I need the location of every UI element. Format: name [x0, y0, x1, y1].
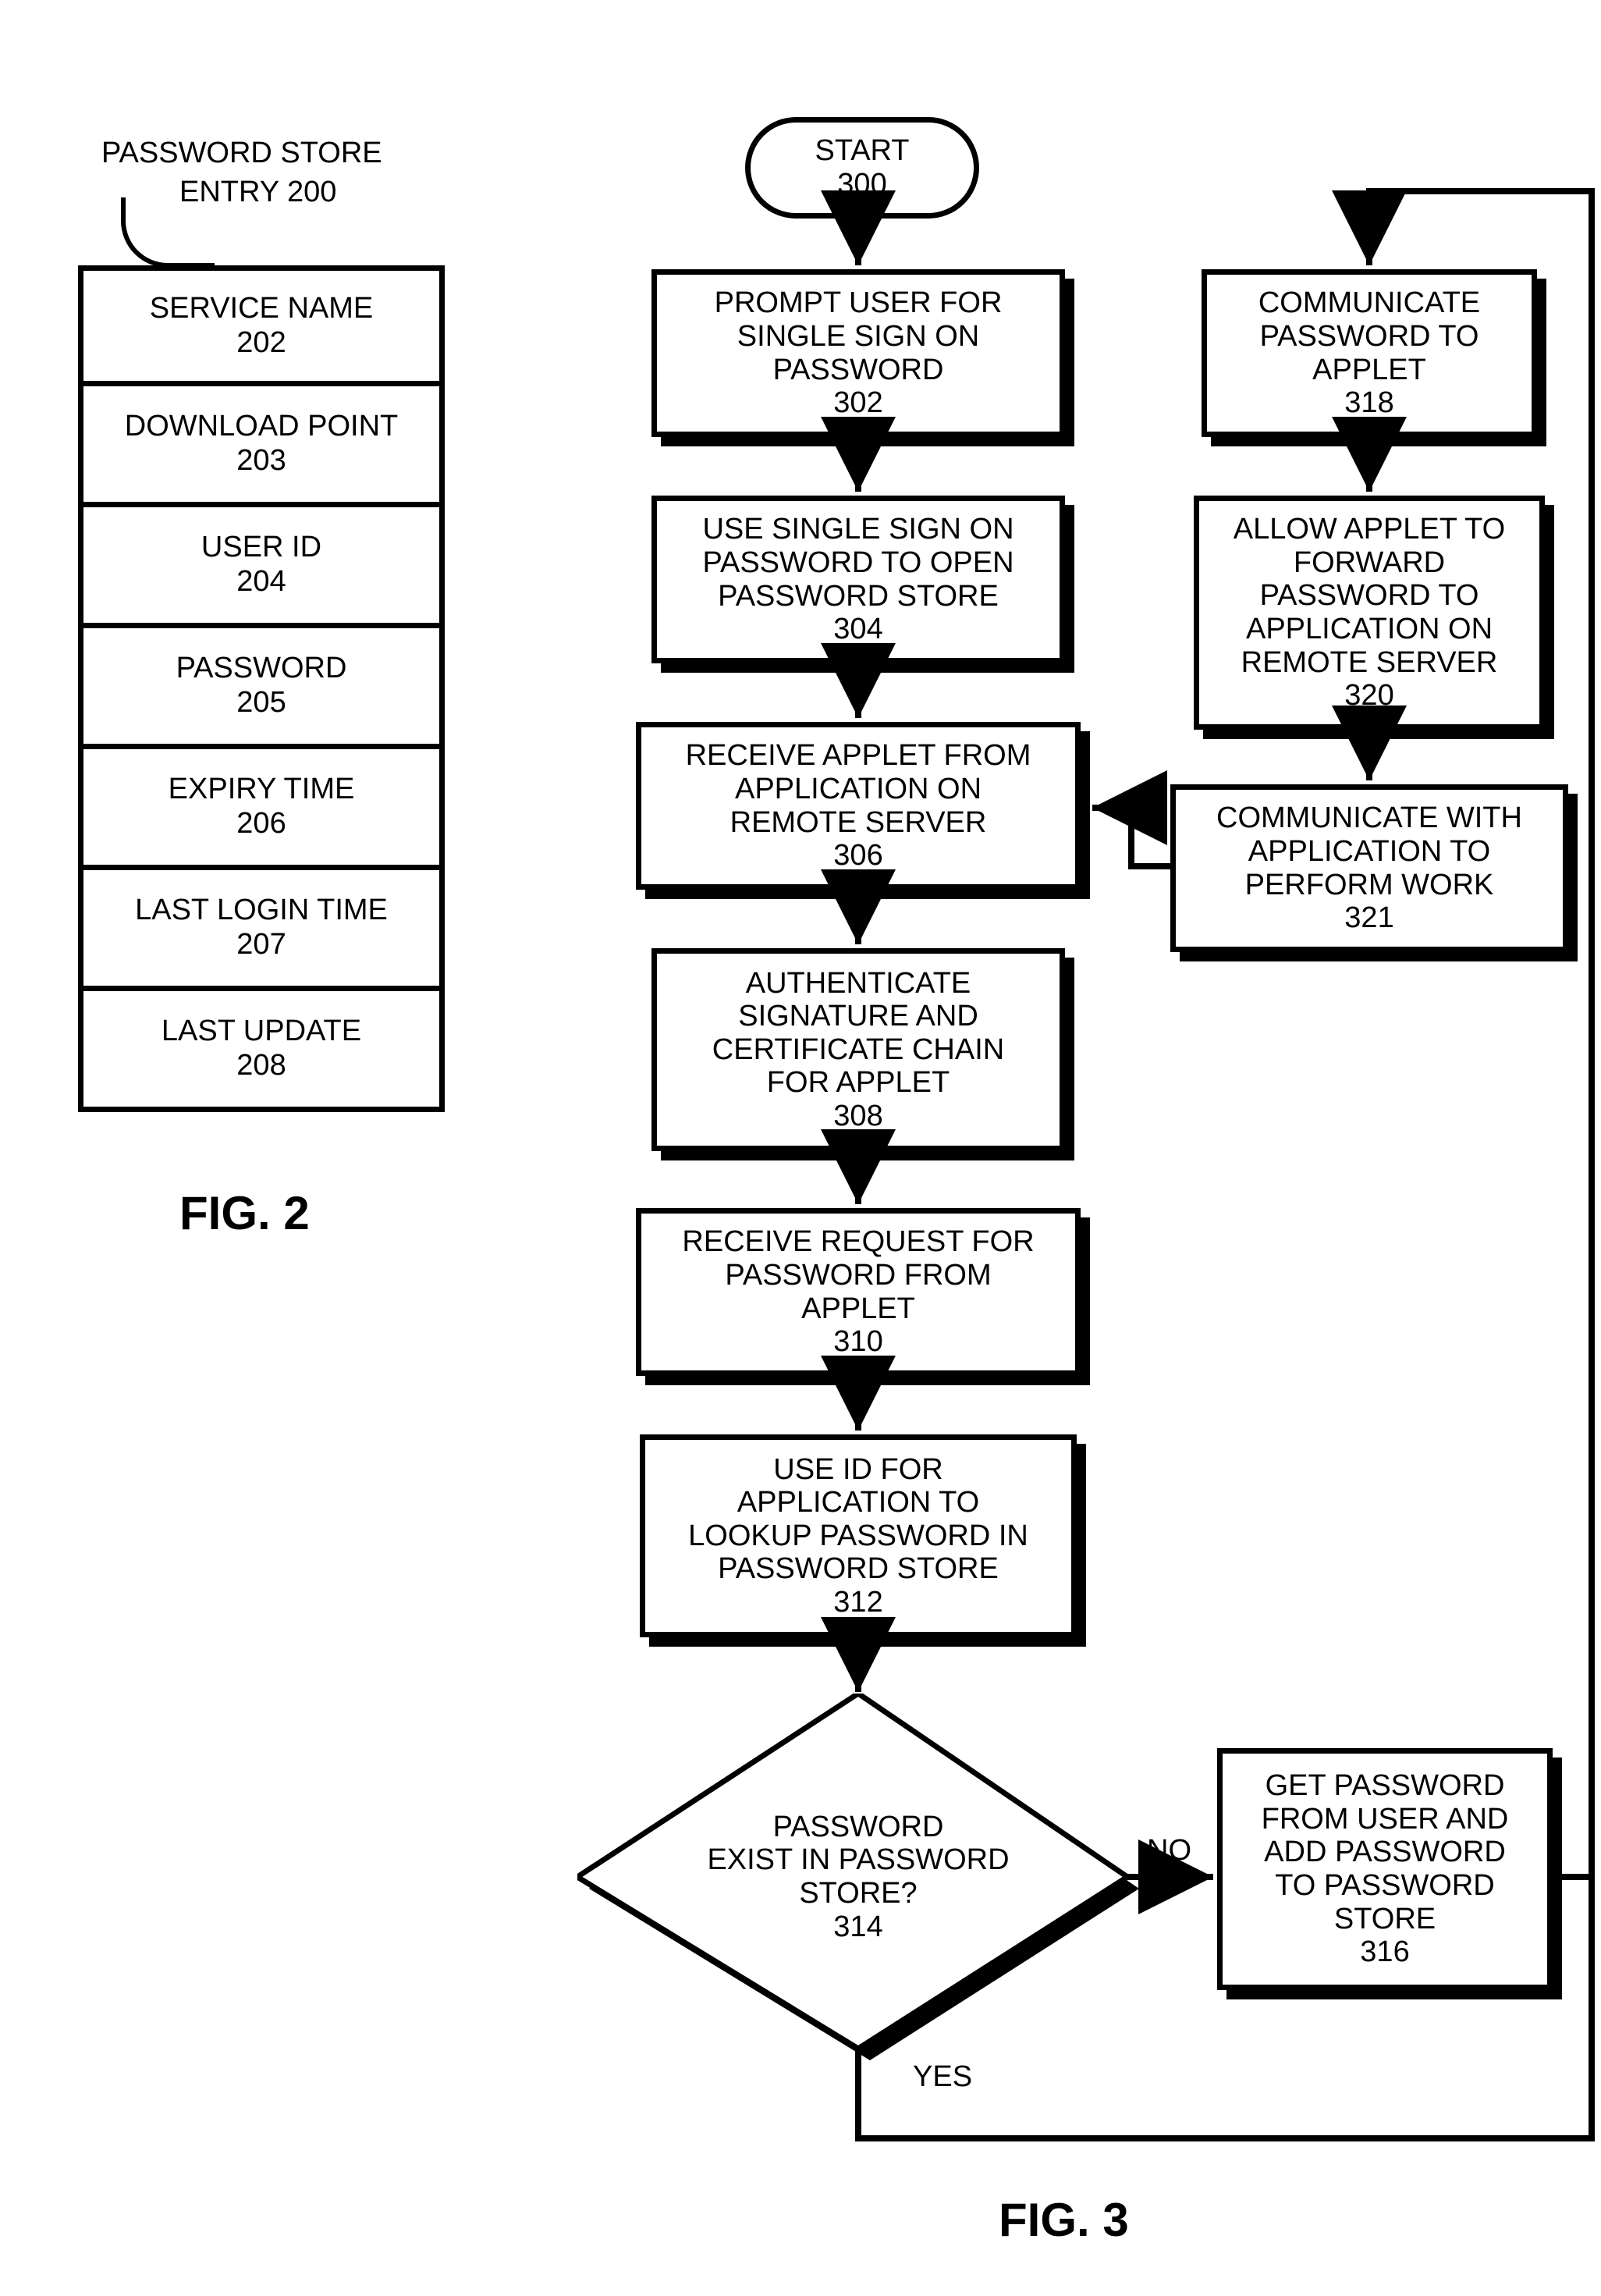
process-318: COMMUNICATE PASSWORD TO APPLET 318	[1202, 269, 1537, 437]
table-row: USER ID 204	[78, 507, 445, 628]
node-line: APPLICATION TO	[1248, 835, 1490, 869]
process-302: PROMPT USER FOR SINGLE SIGN ON PASSWORD …	[651, 269, 1065, 437]
node-ref: 300	[837, 168, 886, 201]
node-line: APPLET	[1312, 354, 1426, 387]
node-line: PASSWORD FROM	[725, 1259, 991, 1292]
node-line: GET PASSWORD	[1266, 1769, 1505, 1803]
node-line: STORE	[1334, 1903, 1436, 1936]
node-line: PASSWORD STORE	[718, 1552, 999, 1586]
node-ref: 318	[1344, 386, 1393, 420]
process-310: RECEIVE REQUEST FOR PASSWORD FROM APPLET…	[636, 1208, 1081, 1376]
table-row: PASSWORD 205	[78, 628, 445, 749]
node-line: REMOTE SERVER	[1241, 646, 1498, 680]
node-label: START	[815, 134, 909, 168]
node-line: PROMPT USER FOR	[715, 286, 1003, 320]
process-312: USE ID FOR APPLICATION TO LOOKUP PASSWOR…	[640, 1434, 1077, 1637]
node-line: APPLET	[801, 1292, 915, 1326]
node-line: PASSWORD	[773, 354, 944, 387]
node-line: RECEIVE APPLET FROM	[686, 739, 1031, 773]
row-ref: 205	[236, 686, 286, 720]
node-line: APPLICATION ON	[735, 773, 982, 806]
node-line: TO PASSWORD	[1275, 1869, 1495, 1903]
node-ref: 316	[1360, 1935, 1409, 1969]
node-line: COMMUNICATE	[1258, 286, 1480, 320]
row-ref: 206	[236, 807, 286, 841]
table-row: LAST UPDATE 208	[78, 991, 445, 1112]
decision-no-label: NO	[1147, 1834, 1191, 1868]
node-line: FOR APPLET	[767, 1066, 950, 1100]
node-ref: 306	[833, 839, 882, 873]
table-row: SERVICE NAME 202	[78, 265, 445, 386]
node-ref: 310	[833, 1325, 882, 1359]
node-line: USE SINGLE SIGN ON	[702, 513, 1013, 546]
fig2-leader-line	[121, 197, 215, 268]
node-line: COMMUNICATE WITH	[1216, 801, 1522, 835]
row-ref: 208	[236, 1049, 286, 1083]
node-line: FORWARD	[1294, 546, 1445, 580]
node-line: FROM USER AND	[1262, 1803, 1509, 1836]
node-ref: 302	[833, 386, 882, 420]
node-line: ALLOW APPLET TO	[1234, 513, 1506, 546]
process-308: AUTHENTICATE SIGNATURE AND CERTIFICATE C…	[651, 948, 1065, 1151]
process-320: ALLOW APPLET TO FORWARD PASSWORD TO APPL…	[1194, 496, 1545, 730]
row-ref: 207	[236, 928, 286, 962]
node-line: LOOKUP PASSWORD IN	[688, 1519, 1028, 1553]
row-label: SERVICE NAME	[150, 292, 373, 326]
node-ref: 321	[1344, 901, 1393, 935]
node-ref: 304	[833, 613, 882, 646]
fig2-header-l1: PASSWORD STORE	[101, 137, 382, 170]
fig2-caption: FIG. 2	[179, 1186, 310, 1240]
node-ref: 312	[833, 1586, 882, 1619]
node-line: PASSWORD TO	[1260, 579, 1479, 613]
row-label: USER ID	[201, 531, 321, 565]
process-304: USE SINGLE SIGN ON PASSWORD TO OPEN PASS…	[651, 496, 1065, 663]
node-ref: 308	[833, 1100, 882, 1133]
node-line: RECEIVE REQUEST FOR	[682, 1225, 1034, 1259]
row-ref: 204	[236, 565, 286, 599]
node-line: PERFORM WORK	[1245, 869, 1494, 902]
node-line: PASSWORD	[773, 1811, 944, 1844]
node-line: PASSWORD STORE	[718, 580, 999, 613]
row-label: PASSWORD	[176, 652, 347, 686]
process-321: COMMUNICATE WITH APPLICATION TO PERFORM …	[1170, 784, 1568, 952]
node-line: APPLICATION ON	[1246, 613, 1493, 646]
node-line: REMOTE SERVER	[730, 806, 987, 840]
table-row: LAST LOGIN TIME 207	[78, 870, 445, 991]
decision-314: PASSWORD EXIST IN PASSWORD STORE? 314	[577, 1694, 1139, 2060]
node-line: AUTHENTICATE	[746, 967, 971, 1001]
process-306: RECEIVE APPLET FROM APPLICATION ON REMOT…	[636, 722, 1081, 890]
node-line: USE ID FOR	[773, 1453, 942, 1487]
start-terminator: START 300	[745, 117, 979, 219]
row-ref: 203	[236, 444, 286, 478]
node-ref: 314	[833, 1910, 882, 1944]
table-row: DOWNLOAD POINT 203	[78, 386, 445, 507]
node-line: STORE?	[799, 1877, 917, 1910]
row-label: LAST LOGIN TIME	[135, 894, 388, 928]
table-row: EXPIRY TIME 206	[78, 749, 445, 870]
fig3-caption: FIG. 3	[999, 2193, 1129, 2247]
row-label: LAST UPDATE	[162, 1015, 361, 1049]
node-line: PASSWORD TO OPEN	[702, 546, 1013, 580]
node-line: APPLICATION TO	[737, 1486, 979, 1519]
process-316: GET PASSWORD FROM USER AND ADD PASSWORD …	[1217, 1748, 1553, 1990]
row-ref: 202	[236, 326, 286, 361]
node-line: PASSWORD TO	[1260, 320, 1479, 354]
node-ref: 320	[1344, 679, 1393, 713]
node-line: EXIST IN PASSWORD	[707, 1843, 1009, 1877]
row-label: DOWNLOAD POINT	[125, 410, 398, 444]
node-line: SINGLE SIGN ON	[737, 320, 979, 354]
node-line: ADD PASSWORD	[1264, 1836, 1506, 1869]
node-line: CERTIFICATE CHAIN	[712, 1033, 1004, 1067]
decision-yes-label: YES	[913, 2060, 972, 2094]
row-label: EXPIRY TIME	[169, 773, 355, 807]
password-store-entry-table: SERVICE NAME 202 DOWNLOAD POINT 203 USER…	[78, 265, 445, 1112]
node-line: SIGNATURE AND	[738, 1000, 978, 1033]
